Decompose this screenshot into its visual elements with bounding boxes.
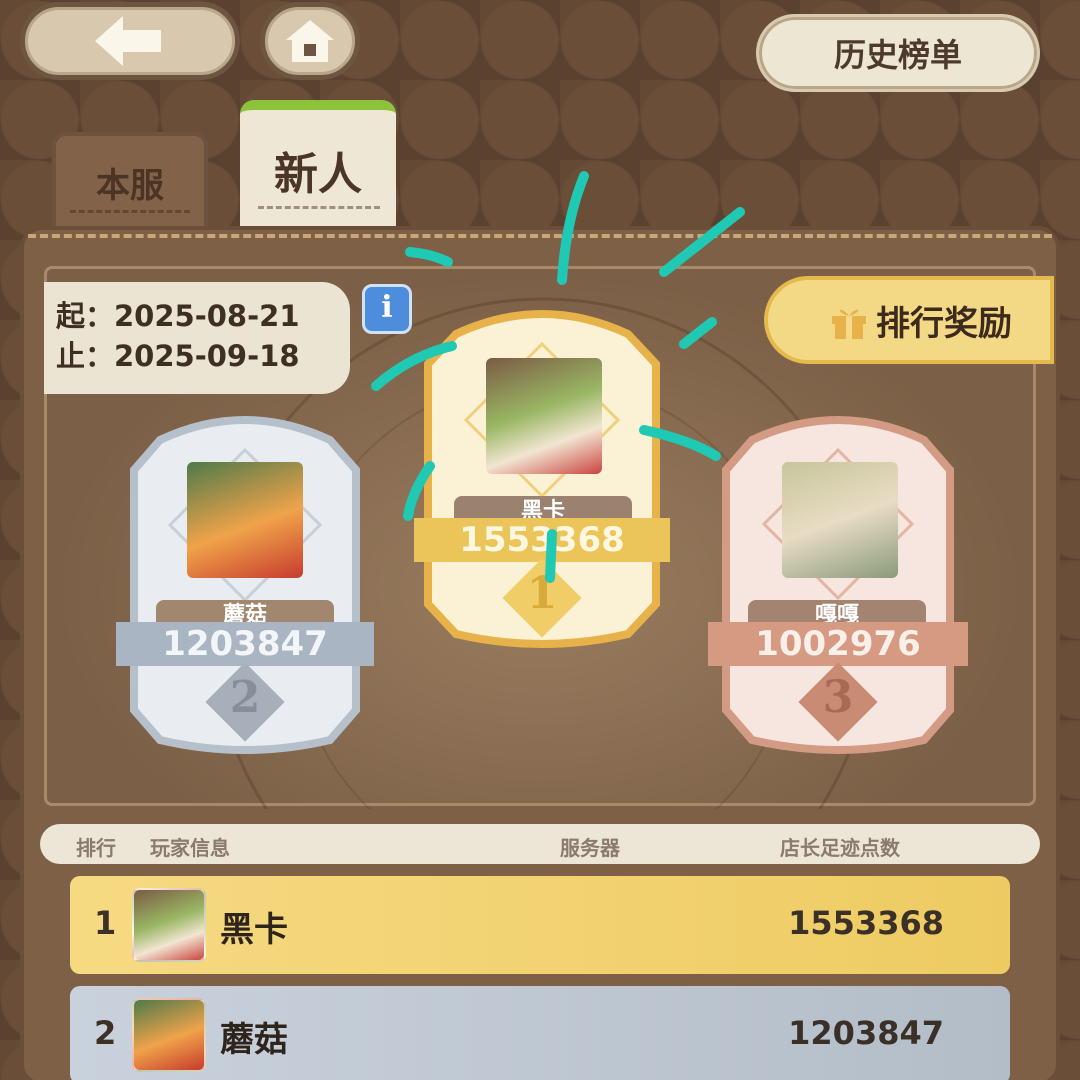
panel-stitch — [28, 234, 1052, 238]
back-arrow-icon — [95, 16, 161, 66]
col-server: 服务器 — [560, 836, 620, 860]
podium-card-rank-3[interactable]: 嘎嘎 1002976 3 — [708, 410, 968, 756]
reward-label: 排行奖励 — [876, 303, 1012, 344]
history-leaderboard-button[interactable]: 历史榜单 — [756, 14, 1040, 92]
tab-new[interactable]: 新人 — [240, 100, 396, 230]
home-icon — [286, 20, 334, 62]
period-start: 起：2025-08-21 — [56, 299, 300, 333]
event-period: 起：2025-08-21 止：2025-09-18 — [44, 282, 350, 394]
row-score: 1203847 — [788, 1014, 944, 1052]
ranking-rewards-button[interactable]: 排行奖励 — [764, 276, 1054, 364]
tab-new-label: 新人 — [274, 149, 362, 200]
home-button[interactable] — [260, 2, 360, 80]
tab-server[interactable]: 本服 — [52, 132, 208, 232]
info-button[interactable]: i — [362, 284, 412, 334]
table-header: 排行 玩家信息 服务器 店长足迹点数 — [40, 824, 1040, 864]
col-player: 玩家信息 — [150, 836, 230, 860]
back-button[interactable] — [20, 2, 240, 80]
tab-server-label: 本服 — [96, 165, 164, 206]
tab-divider — [258, 206, 380, 209]
rank-number: 3 — [822, 672, 854, 723]
row-rank: 2 — [94, 1014, 117, 1052]
rank-number: 2 — [229, 672, 261, 723]
player-portrait — [187, 462, 303, 578]
info-icon: i — [381, 290, 393, 325]
gift-icon — [832, 309, 866, 339]
player-score: 1203847 — [116, 622, 374, 666]
period-end: 止：2025-09-18 — [56, 339, 300, 373]
row-player-name: 蘑菇 — [220, 1020, 288, 1060]
table-row[interactable]: 1 黑卡 1553368 — [70, 876, 1010, 974]
avatar — [132, 998, 206, 1072]
player-score: 1002976 — [708, 622, 968, 666]
row-rank: 1 — [94, 904, 117, 942]
podium-card-rank-2[interactable]: 蘑菇 1203847 2 — [116, 410, 374, 756]
col-rank: 排行 — [76, 836, 116, 860]
col-score: 店长足迹点数 — [780, 836, 900, 860]
table-row[interactable]: 2 蘑菇 1203847 — [70, 986, 1010, 1080]
player-portrait — [486, 358, 602, 474]
podium-card-rank-1[interactable]: 黑卡 1553368 1 — [414, 304, 670, 650]
rank-number: 1 — [526, 568, 558, 619]
row-player-name: 黑卡 — [220, 910, 288, 950]
player-score: 1553368 — [414, 518, 670, 562]
tab-divider — [70, 210, 190, 213]
player-portrait — [782, 462, 898, 578]
history-button-label: 历史榜单 — [833, 36, 962, 74]
row-score: 1553368 — [788, 904, 944, 942]
avatar — [132, 888, 206, 962]
